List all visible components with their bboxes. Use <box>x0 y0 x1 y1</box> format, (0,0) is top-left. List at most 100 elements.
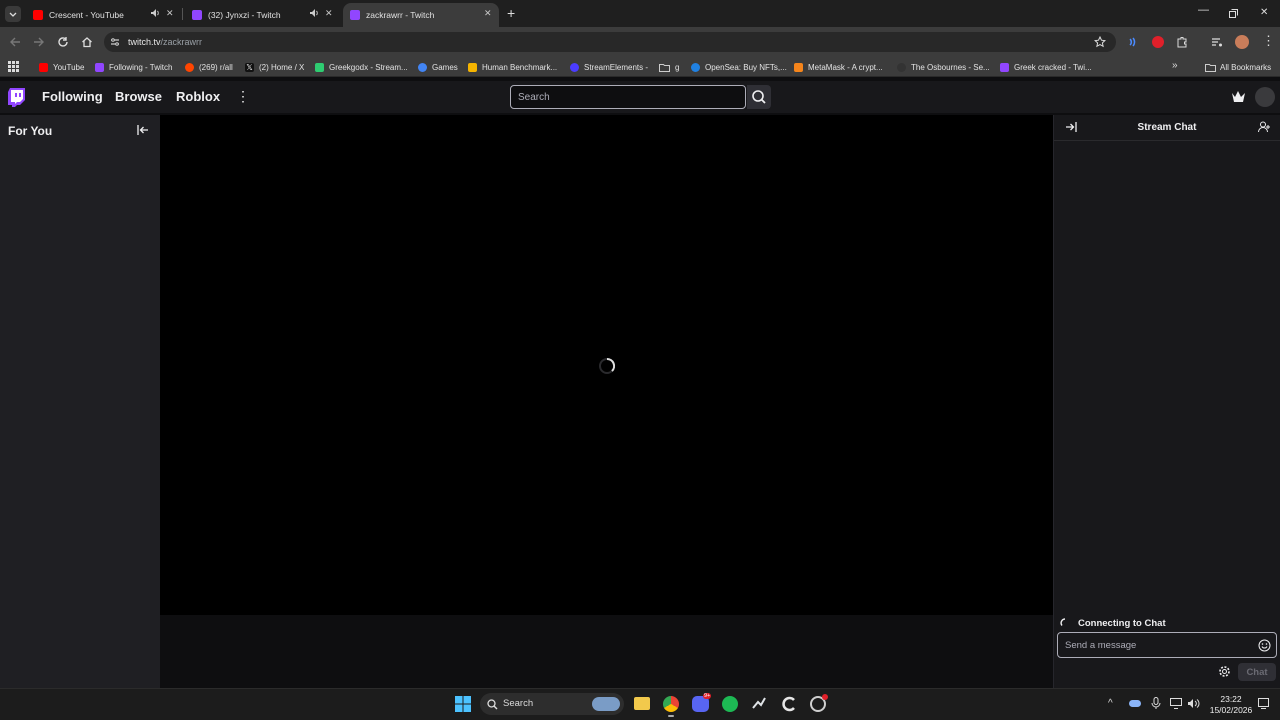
extension-icon[interactable] <box>1127 36 1139 48</box>
bookmark-label: Human Benchmark... <box>482 62 558 72</box>
taskbar-search-label: Search <box>503 698 534 709</box>
tab-zackrawrr-twitch[interactable]: zackrawrr - Twitch <box>343 3 499 27</box>
chat-message-input[interactable]: Send a message <box>1057 632 1277 658</box>
chat-send-button[interactable]: Chat <box>1238 663 1276 681</box>
sidebar-title: For You <box>8 124 53 138</box>
network-icon[interactable] <box>1170 698 1182 709</box>
speaker-icon[interactable] <box>150 8 160 18</box>
lightning-icon <box>468 62 477 72</box>
tab-search-button[interactable] <box>5 6 21 22</box>
nav-following[interactable]: Following <box>42 89 103 104</box>
volume-icon[interactable] <box>1187 698 1200 709</box>
taskbar-search[interactable]: Search <box>480 693 624 715</box>
bookmark-following-twitch[interactable]: Following - Twitch <box>95 61 172 73</box>
prime-crown-icon[interactable] <box>1231 90 1246 104</box>
minimize-icon[interactable]: — <box>1198 4 1209 16</box>
profile-avatar[interactable] <box>1235 35 1249 49</box>
bookmark-games[interactable]: Games <box>418 61 458 73</box>
bookmark-label: Following - Twitch <box>109 62 173 72</box>
steam-icon[interactable] <box>751 696 767 712</box>
close-tab-icon[interactable]: ✕ <box>166 8 174 19</box>
bookmark-opensea[interactable]: OpenSea: Buy NFTs,... <box>691 61 787 73</box>
close-window-icon[interactable]: ✕ <box>1260 7 1268 18</box>
bookmark-reddit[interactable]: (269) r/all <box>185 61 233 73</box>
media-controls-icon[interactable] <box>1211 36 1223 48</box>
emote-picker-icon[interactable] <box>1258 639 1271 652</box>
tab-divider <box>182 8 183 20</box>
more-bookmarks-icon[interactable]: » <box>1172 60 1178 71</box>
left-sidebar: For You <box>0 115 160 688</box>
twitch-logo-icon[interactable] <box>8 88 25 107</box>
tab-title: Crescent - YouTube <box>49 10 124 20</box>
chat-title: Stream Chat <box>1137 122 1197 133</box>
site-info-icon[interactable] <box>110 37 120 47</box>
bookmark-label: g <box>675 62 680 72</box>
notifications-icon[interactable] <box>1258 698 1269 709</box>
nav-browse[interactable]: Browse <box>115 89 162 104</box>
file-explorer-icon[interactable] <box>634 697 650 710</box>
address-bar[interactable]: twitch.tv/zackrawrr <box>104 32 1116 52</box>
chat-header: Stream Chat <box>1054 115 1280 141</box>
close-tab-icon[interactable]: ✕ <box>484 8 492 19</box>
show-hidden-icons-icon[interactable]: ^ <box>1108 698 1113 709</box>
bookmark-folder-g[interactable]: g <box>659 61 679 73</box>
twitch-favicon-icon <box>192 10 202 20</box>
clock-date[interactable]: 15/02/2026 <box>1206 705 1256 715</box>
microphone-icon[interactable] <box>1151 697 1161 710</box>
video-player[interactable] <box>160 115 1053 615</box>
streamelements-icon <box>570 62 579 72</box>
bookmark-human-benchmark[interactable]: Human Benchmark... <box>468 61 557 73</box>
bookmark-label: The Osbournes - Se... <box>911 62 990 72</box>
back-icon[interactable] <box>9 36 21 48</box>
bookmark-x-home[interactable]: 𝕏 (2) Home / X <box>245 61 304 73</box>
apps-grid-icon[interactable] <box>8 61 19 72</box>
twitch-icon <box>95 62 104 72</box>
kebab-menu-icon[interactable]: ⋮ <box>1262 33 1275 49</box>
youtube-favicon-icon <box>33 10 43 20</box>
all-bookmarks-label: All Bookmarks <box>1220 62 1272 72</box>
bookmark-osbournes[interactable]: The Osbournes - Se... <box>897 61 990 73</box>
bookmark-streamelements[interactable]: StreamElements - <box>570 61 648 73</box>
browser-tab-strip: Crescent - YouTube ✕ (32) Jynxzi - Twitc… <box>0 0 1280 27</box>
windows-start-icon[interactable] <box>455 696 471 712</box>
more-options-icon[interactable]: ⋮ <box>236 88 250 105</box>
loading-spinner-icon <box>599 357 616 374</box>
bookmark-label: (269) r/all <box>199 62 233 72</box>
channel-info-area <box>160 615 1053 688</box>
bookmark-greek-cracked[interactable]: Greek cracked - Twi... <box>1000 61 1092 73</box>
chrome-icon[interactable] <box>663 696 679 712</box>
url-text: twitch.tv/zackrawrr <box>128 37 202 47</box>
new-tab-button[interactable]: + <box>507 5 515 21</box>
forward-icon[interactable] <box>33 36 45 48</box>
nav-roblox[interactable]: Roblox <box>176 89 220 104</box>
chat-settings-gear-icon[interactable] <box>1218 665 1231 678</box>
adblock-extension-icon[interactable] <box>1152 36 1164 48</box>
clock-time[interactable]: 23:22 <box>1206 694 1256 704</box>
notification-dot <box>822 694 828 700</box>
chat-status-text: Connecting to Chat <box>1078 617 1166 629</box>
search-input[interactable]: Search <box>510 85 746 109</box>
spotify-icon[interactable] <box>722 696 738 712</box>
chat-send-label: Chat <box>1246 667 1268 678</box>
streamscharts-icon <box>315 62 324 72</box>
search-icon <box>487 699 498 710</box>
all-bookmarks[interactable]: All Bookmarks <box>1205 61 1271 73</box>
close-tab-icon[interactable]: ✕ <box>325 8 333 19</box>
collapse-sidebar-icon[interactable] <box>137 125 149 135</box>
ccleaner-icon[interactable] <box>781 696 797 712</box>
chat-panel <box>1053 115 1280 688</box>
reload-icon[interactable] <box>57 36 69 48</box>
user-avatar[interactable] <box>1255 87 1275 107</box>
speaker-icon[interactable] <box>309 8 319 18</box>
search-button[interactable] <box>747 85 771 109</box>
bookmark-greekgodx[interactable]: Greekgodx - Stream... <box>315 61 408 73</box>
bookmark-metamask[interactable]: MetaMask - A crypt... <box>794 61 883 73</box>
chevron-down-icon <box>9 12 17 17</box>
bookmark-star-icon[interactable] <box>1094 36 1106 48</box>
community-users-icon[interactable] <box>1258 121 1271 133</box>
onedrive-cloud-icon[interactable] <box>1129 700 1141 707</box>
restore-icon[interactable] <box>1229 9 1238 18</box>
home-icon[interactable] <box>81 36 93 48</box>
puzzle-icon[interactable] <box>1176 36 1188 48</box>
bookmark-youtube[interactable]: YouTube <box>39 61 84 73</box>
